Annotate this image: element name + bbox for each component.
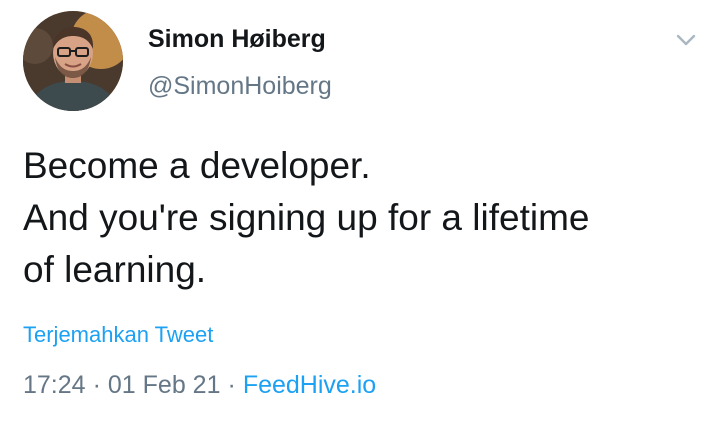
meta-separator: · [92,371,101,399]
tweet-card: Simon Høiberg @SimonHoiberg Become a dev… [0,0,720,424]
tweet-meta: 17:24 · 01 Feb 21 · FeedHive.io [23,371,376,400]
tweet-text-line: of learning. [23,249,207,290]
tweet-time[interactable]: 17:24 [23,371,86,399]
tweet-text: Become a developer. And you're signing u… [23,140,703,296]
translate-tweet-link[interactable]: Terjemahkan Tweet [23,322,213,348]
tweet-source-link[interactable]: FeedHive.io [243,371,376,399]
tweet-text-line: Become a developer. [23,145,371,186]
meta-separator: · [227,371,236,399]
display-name[interactable]: Simon Høiberg [148,25,326,54]
tweet-date[interactable]: 01 Feb 21 [108,371,221,399]
avatar[interactable] [23,11,123,111]
avatar-photo [23,11,123,111]
chevron-down-icon[interactable] [674,30,698,50]
tweet-text-line: And you're signing up for a lifetime [23,197,590,238]
user-handle[interactable]: @SimonHoiberg [148,72,332,101]
